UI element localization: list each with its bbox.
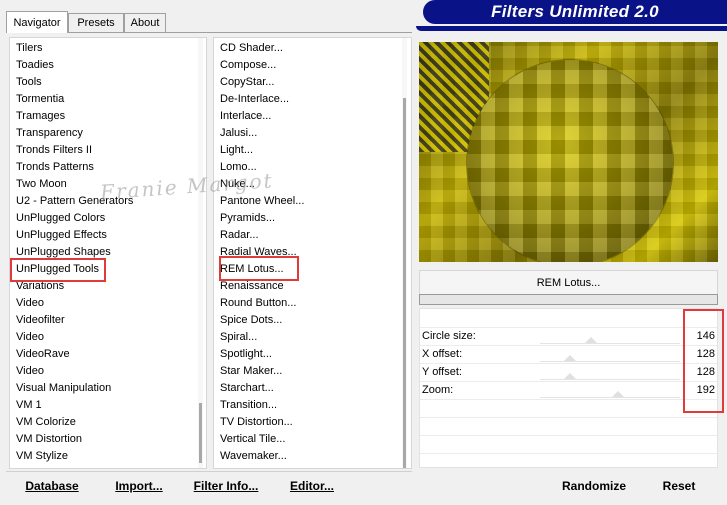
category-list-item[interactable]: Two Moon [16,176,67,193]
param-values-highlight [683,309,724,413]
param-row-empty [420,399,717,417]
category-list-item[interactable]: VM 1 [16,397,42,414]
param-slider[interactable] [540,379,680,380]
category-list-item[interactable]: Videofilter [16,312,65,329]
database-button-label: Database [25,479,79,493]
category-list-item[interactable]: Video [16,363,44,380]
param-label: X offset: [422,348,463,360]
filter-list-item[interactable]: Nuke... [220,176,255,193]
tab-about[interactable]: About [124,13,166,32]
slider-handle-icon[interactable] [564,373,576,379]
filter-list-item[interactable]: De-Interlace... [220,91,289,108]
filter-list-item[interactable]: TV Distortion... [220,414,293,431]
parameter-panel: Circle size: 146 X offset: 128 Y offset:… [419,308,718,468]
param-slider[interactable] [540,397,680,398]
param-row-empty [420,453,717,471]
banner-underline [416,26,727,31]
filter-list-item[interactable]: Pantone Wheel... [220,193,304,210]
filter-list-item[interactable]: Starchart... [220,380,274,397]
import-button-label: Import... [115,479,163,493]
tab-presets[interactable]: Presets [68,13,124,32]
randomize-button[interactable]: Randomize [552,477,636,495]
category-list-item[interactable]: VM Distortion [16,431,82,448]
param-label: Circle size: [422,330,476,342]
filter-list[interactable]: CD Shader... Compose... CopyStar... De-Inte… [213,37,412,469]
slider-handle-icon[interactable] [585,337,597,343]
slider-handle-icon[interactable] [612,391,624,397]
app-banner: Filters Unlimited 2.0 [423,0,727,24]
render-progress-bar [419,294,718,305]
filter-list-item[interactable]: Spiral... [220,329,257,346]
filter-info-button-label: Filter Info... [193,479,259,493]
filter-list-item[interactable]: Compose... [220,57,276,74]
filter-scrollbar[interactable] [402,38,407,468]
editor-button-label: Editor... [289,479,334,493]
param-row[interactable]: X offset: 128 [420,345,717,363]
filter-list-item[interactable]: Light... [220,142,253,159]
category-scrollbar[interactable] [198,38,203,468]
filter-list-item[interactable]: Radar... [220,227,259,244]
category-list-item[interactable]: U2 - Pattern Generators [16,193,133,210]
param-slider[interactable] [540,343,680,344]
category-list-item[interactable]: UnPlugged Colors [16,210,105,227]
filter-list-item[interactable]: Vertical Tile... [220,431,285,448]
bottom-divider [6,471,412,472]
category-list-item[interactable]: Toadies [16,57,54,74]
selected-filter-highlight [219,256,299,281]
preview-lotus-circle [467,60,673,262]
param-slider[interactable] [540,361,680,362]
category-list-item[interactable]: Tramages [16,108,65,125]
category-list-item[interactable]: Tools [16,74,42,91]
filter-list-item[interactable]: Pyramids... [220,210,275,227]
selected-category-highlight [10,258,106,282]
category-list-item[interactable]: Tormentia [16,91,64,108]
database-button[interactable]: Database [14,477,90,495]
app-title: Filters Unlimited 2.0 [491,2,659,21]
category-list-item[interactable]: Visual Manipulation [16,380,111,397]
category-list-item[interactable]: VM Stylize [16,448,68,465]
filter-info-button[interactable]: Filter Info... [188,477,264,495]
category-list-item[interactable]: VM Colorize [16,414,76,431]
filter-scroll-thumb[interactable] [403,98,406,468]
tab-navigator[interactable]: Navigator [6,11,68,33]
filter-list-item[interactable]: Transition... [220,397,277,414]
import-button[interactable]: Import... [106,477,172,495]
current-filter-name: REM Lotus... [419,270,718,295]
category-list-item[interactable]: Tronds Patterns [16,159,94,176]
filter-list-item[interactable]: CD Shader... [220,40,283,57]
category-list-item[interactable]: Transparency [16,125,83,142]
filter-list-item[interactable]: Jalusi... [220,125,257,142]
category-list-item[interactable]: Tronds Filters II [16,142,92,159]
filter-list-item[interactable]: Interlace... [220,108,271,125]
category-list-item[interactable]: Video [16,295,44,312]
filter-list-item[interactable]: Wavemaker... [220,448,287,465]
filter-list-item[interactable]: Star Maker... [220,363,282,380]
category-list-item[interactable]: VideoRave [16,346,70,363]
param-row-empty [420,435,717,453]
category-list-item[interactable]: UnPlugged Effects [16,227,107,244]
filter-list-item[interactable]: Lomo... [220,159,257,176]
filter-list-item[interactable]: Spice Dots... [220,312,282,329]
param-label: Y offset: [422,366,462,378]
category-list-item[interactable]: Tilers [16,40,42,57]
filter-list-item[interactable]: Spotlight... [220,346,272,363]
param-row[interactable]: Zoom: 192 [420,381,717,399]
category-list[interactable]: Tilers Toadies Tools Tormentia Tramages Trans… [9,37,207,469]
category-scroll-thumb[interactable] [199,403,202,463]
param-row[interactable]: Y offset: 128 [420,363,717,381]
preview-image [419,42,718,262]
slider-handle-icon[interactable] [564,355,576,361]
param-label: Zoom: [422,384,454,396]
category-list-item[interactable]: Video [16,329,44,346]
filter-list-item[interactable]: Round Button... [220,295,296,312]
param-row[interactable]: Circle size: 146 [420,327,717,345]
filter-list-item[interactable]: CopyStar... [220,74,274,91]
reset-button[interactable]: Reset [650,477,708,495]
param-row-empty [420,417,717,435]
editor-button[interactable]: Editor... [282,477,342,495]
